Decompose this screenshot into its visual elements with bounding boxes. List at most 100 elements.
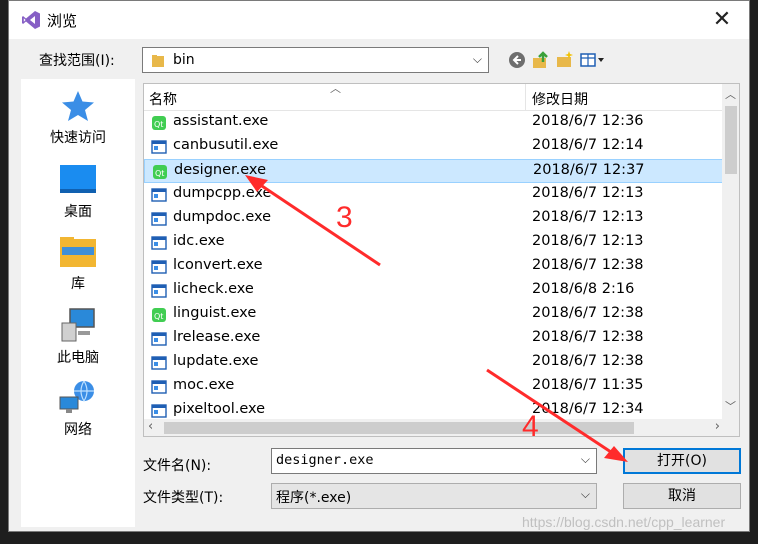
file-name: lupdate.exe <box>173 353 259 369</box>
vertical-scroll-thumb[interactable] <box>725 106 737 174</box>
table-row[interactable]: canbusutil.exe 2018/6/7 12:14 <box>144 135 724 159</box>
lookin-label: 查找范围(I): <box>39 53 115 69</box>
file-list[interactable]: ︿ 名称 修改日期 Qt assistant.exe 2018/6/7 12:36 c… <box>143 83 740 437</box>
file-name: assistant.exe <box>173 113 269 129</box>
svg-text:Qt: Qt <box>154 120 163 129</box>
title-bar: 浏览 ✕ <box>9 1 749 39</box>
file-date: 2018/6/7 12:34 <box>532 401 644 417</box>
chevron-down-icon: ⌵ <box>580 487 590 501</box>
file-name: lrelease.exe <box>173 329 261 345</box>
place-label: 桌面 <box>64 204 92 220</box>
file-date: 2018/6/8 2:16 <box>532 281 635 297</box>
folder-icon <box>152 55 164 67</box>
list-header: ︿ 名称 修改日期 <box>144 84 724 111</box>
table-row[interactable]: licheck.exe 2018/6/8 2:16 <box>144 279 724 303</box>
scroll-left-icon[interactable]: ‹ <box>148 419 153 434</box>
scroll-up-icon[interactable]: ︿ <box>725 86 736 102</box>
file-date: 2018/6/7 12:13 <box>532 185 644 201</box>
file-name: idc.exe <box>173 233 225 249</box>
table-row[interactable]: dumpdoc.exe 2018/6/7 12:13 <box>144 207 724 231</box>
table-row[interactable]: lconvert.exe 2018/6/7 12:38 <box>144 255 724 279</box>
exe-icon <box>151 187 167 203</box>
table-row[interactable]: idc.exe 2018/6/7 12:13 <box>144 231 724 255</box>
lookin-dropdown[interactable]: bin ⌵ <box>142 47 489 73</box>
browse-dialog: 浏览 ✕ 查找范围(I): bin ⌵ 快速访问 桌面 库 此电脑 网络 ︿ 名… <box>8 0 750 532</box>
file-date: 2018/6/7 12:14 <box>532 137 644 153</box>
column-header-date[interactable]: 修改日期 <box>532 89 588 109</box>
file-name: dumpcpp.exe <box>173 185 272 201</box>
file-name: licheck.exe <box>173 281 254 297</box>
file-date: 2018/6/7 12:38 <box>532 353 644 369</box>
place-this-pc[interactable]: 此电脑 <box>21 307 135 367</box>
exe-icon <box>151 139 167 155</box>
filetype-label: 文件类型(T): <box>143 490 224 506</box>
table-row[interactable]: dumpcpp.exe 2018/6/7 12:13 <box>144 183 724 207</box>
lookin-value: bin <box>173 52 195 68</box>
svg-text:Qt: Qt <box>155 169 164 178</box>
computer-icon <box>61 308 95 342</box>
chevron-down-icon[interactable]: ⌵ <box>581 452 590 467</box>
filename-input[interactable]: designer.exe ⌵ <box>271 448 597 474</box>
file-date: 2018/6/7 12:37 <box>533 162 645 178</box>
file-date: 2018/6/7 12:13 <box>532 233 644 249</box>
exe-icon <box>151 283 167 299</box>
view-menu-icon[interactable] <box>579 50 607 70</box>
table-row[interactable]: lrelease.exe 2018/6/7 12:38 <box>144 327 724 351</box>
place-label: 网络 <box>64 422 92 438</box>
exe-icon <box>151 355 167 371</box>
file-name: linguist.exe <box>173 305 257 321</box>
place-network[interactable]: 网络 <box>21 379 135 439</box>
table-row[interactable]: moc.exe 2018/6/7 11:35 <box>144 375 724 399</box>
library-icon <box>60 237 96 267</box>
place-desktop[interactable]: 桌面 <box>21 163 135 221</box>
table-row[interactable]: Qt assistant.exe 2018/6/7 12:36 <box>144 111 724 135</box>
filename-label: 文件名(N): <box>143 458 212 474</box>
qt-icon: Qt <box>151 115 167 131</box>
exe-icon <box>151 379 167 395</box>
file-date: 2018/6/7 12:38 <box>532 329 644 345</box>
new-folder-icon[interactable] <box>555 50 575 70</box>
exe-icon <box>151 403 167 419</box>
vertical-scrollbar[interactable]: ︿ ﹀ <box>722 84 739 436</box>
place-quick-access[interactable]: 快速访问 <box>21 89 135 147</box>
network-icon <box>59 380 94 413</box>
place-label: 库 <box>71 276 85 292</box>
horizontal-scroll-thumb[interactable] <box>164 422 634 434</box>
file-date: 2018/6/7 12:13 <box>532 209 644 225</box>
close-button[interactable]: ✕ <box>709 7 735 33</box>
cancel-button[interactable]: 取消 <box>623 483 741 509</box>
file-name: pixeltool.exe <box>173 401 266 417</box>
svg-text:Qt: Qt <box>154 312 163 321</box>
place-library[interactable]: 库 <box>21 235 135 293</box>
sort-arrow-icon: ︿ <box>330 83 341 95</box>
table-row[interactable]: Qt designer.exe 2018/6/7 12:37 <box>144 159 724 183</box>
desktop-icon <box>60 165 96 193</box>
filename-value: designer.exe <box>276 452 374 468</box>
table-row[interactable]: lupdate.exe 2018/6/7 12:38 <box>144 351 724 375</box>
places-bar: 快速访问 桌面 库 此电脑 网络 <box>21 79 135 527</box>
chevron-down-icon: ⌵ <box>472 52 482 66</box>
back-icon[interactable] <box>507 50 527 70</box>
exe-icon <box>151 331 167 347</box>
place-label: 此电脑 <box>57 350 99 366</box>
up-folder-icon[interactable] <box>531 50 551 70</box>
scroll-down-icon[interactable]: ﹀ <box>725 398 736 414</box>
scroll-right-icon[interactable]: › <box>715 419 720 434</box>
file-name: canbusutil.exe <box>173 137 279 153</box>
file-name: dumpdoc.exe <box>173 209 272 225</box>
qt-icon: Qt <box>151 307 167 323</box>
file-date: 2018/6/7 12:38 <box>532 257 644 273</box>
annotation-step-3: 3 <box>336 201 353 234</box>
table-row[interactable]: Qt linguist.exe 2018/6/7 12:38 <box>144 303 724 327</box>
exe-icon <box>151 259 167 275</box>
file-name: designer.exe <box>174 162 266 178</box>
filetype-dropdown[interactable]: 程序(*.exe) ⌵ <box>271 483 597 509</box>
open-button[interactable]: 打开(O) <box>623 448 741 474</box>
watermark: https://blog.csdn.net/cpp_learner <box>522 514 726 530</box>
file-date: 2018/6/7 12:36 <box>532 113 644 129</box>
dialog-title: 浏览 <box>47 12 78 30</box>
column-divider[interactable] <box>525 84 526 110</box>
file-name: moc.exe <box>173 377 235 393</box>
horizontal-scrollbar[interactable]: ‹ › <box>144 419 724 436</box>
column-header-name[interactable]: 名称 <box>149 89 177 109</box>
